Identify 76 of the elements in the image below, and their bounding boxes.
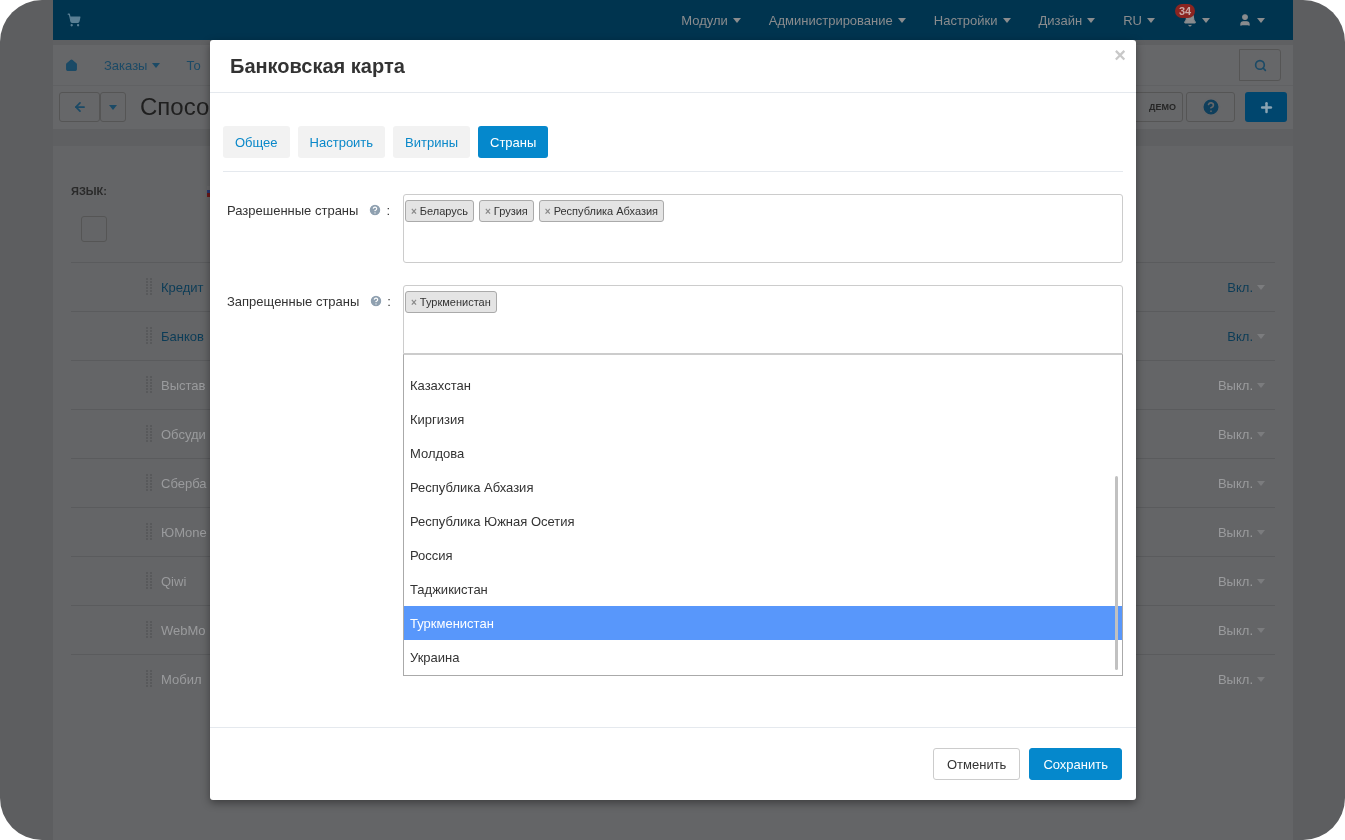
save-button[interactable]: Сохранить [1029, 748, 1122, 780]
caret-icon [1257, 333, 1265, 339]
help-icon[interactable] [369, 294, 384, 308]
nav-menu[interactable]: Администрирование [754, 12, 920, 28]
add-button[interactable] [1245, 92, 1287, 122]
caret-icon [1257, 627, 1265, 633]
caret-icon [109, 104, 117, 110]
help-button[interactable] [1186, 92, 1235, 122]
tab[interactable]: Настроить [297, 126, 386, 158]
caret-icon [1087, 17, 1096, 23]
caret-icon [1202, 17, 1210, 23]
search-icon [1253, 58, 1267, 72]
remove-tag-button[interactable]: × [411, 296, 417, 308]
dropdown-option[interactable]: Таджикистан [404, 572, 1122, 606]
remove-tag-button[interactable]: × [411, 205, 417, 217]
caret-icon [1257, 676, 1265, 682]
home-icon[interactable] [65, 58, 78, 72]
tab[interactable]: Общее [223, 126, 290, 158]
notification-badge: 34 [1175, 4, 1196, 18]
dropdown-button[interactable] [100, 92, 126, 122]
cart-icon[interactable] [67, 13, 81, 27]
colon: : [387, 294, 391, 309]
tab[interactable]: Страны [478, 126, 549, 158]
caret-icon [1147, 17, 1155, 23]
nav-menu[interactable]: RU [1109, 12, 1169, 28]
status-dropdown[interactable]: Вкл. [1227, 328, 1265, 344]
nav-menu[interactable]: Настройки [919, 12, 1025, 28]
page-title: Спосо [140, 93, 210, 121]
tag-label: Туркменистан [419, 296, 491, 308]
caret-icon [1257, 480, 1265, 486]
field-label: Запрещенные страны [227, 294, 360, 309]
user-icon[interactable] [1238, 13, 1252, 27]
remove-tag-button[interactable]: × [544, 205, 551, 217]
caret-icon [1002, 17, 1011, 23]
search-button[interactable] [1239, 49, 1281, 81]
tag-label: Беларусь [419, 205, 468, 217]
dropdown-option[interactable]: Россия [404, 538, 1122, 572]
dropdown-option[interactable]: Казахстан [404, 368, 1122, 402]
scrollbar-thumb[interactable] [1115, 476, 1118, 670]
caret-icon [732, 17, 741, 23]
tab[interactable]: Витрины [393, 126, 470, 158]
help-icon[interactable] [368, 203, 383, 217]
tag-label: Грузия [493, 205, 528, 217]
payment-name[interactable]: Кредит [161, 279, 204, 295]
dropdown-option[interactable]: Республика Абхазия [404, 470, 1122, 504]
nav-link[interactable]: То [186, 57, 201, 73]
caret-icon [1257, 431, 1265, 437]
nav-menu[interactable]: Дизайн [1024, 12, 1110, 28]
nav-link[interactable]: Заказы [104, 57, 161, 73]
tag-label: Республика Абхазия [553, 205, 659, 217]
multi-select-field[interactable]: × Беларусь × Грузия × Республика Абхазия [403, 194, 1123, 263]
modal-title: Банковская карта [230, 54, 405, 78]
caret-icon [897, 17, 906, 23]
back-button[interactable] [59, 92, 100, 122]
dropdown-option[interactable]: Молдова [404, 436, 1122, 470]
status-dropdown[interactable]: Вкл. [1227, 279, 1265, 295]
dropdown-option[interactable]: Украина [404, 640, 1122, 674]
language-label: ЯЗЫК: [71, 185, 107, 197]
dropdown-option[interactable]: Туркменистан [404, 606, 1122, 640]
nav-menu[interactable]: Модули [667, 12, 755, 28]
colon: : [386, 203, 390, 218]
dropdown-option[interactable]: Киргизия [404, 402, 1122, 436]
caret-icon [1257, 529, 1265, 535]
plus-icon [1258, 99, 1274, 115]
dropdown-option[interactable]: Республика Южная Осетия [404, 504, 1122, 538]
help-icon [1200, 97, 1221, 117]
caret-icon [1257, 17, 1265, 23]
field-label: Разрешенные страны [227, 203, 359, 218]
caret-icon [152, 62, 161, 68]
payment-name[interactable]: Банков [161, 328, 204, 344]
cancel-button[interactable]: Отменить [933, 748, 1021, 780]
caret-icon [1257, 578, 1265, 584]
caret-icon [1257, 284, 1265, 290]
remove-tag-button[interactable]: × [484, 205, 491, 217]
caret-icon [1257, 382, 1265, 388]
close-button[interactable]: × [1114, 44, 1126, 67]
